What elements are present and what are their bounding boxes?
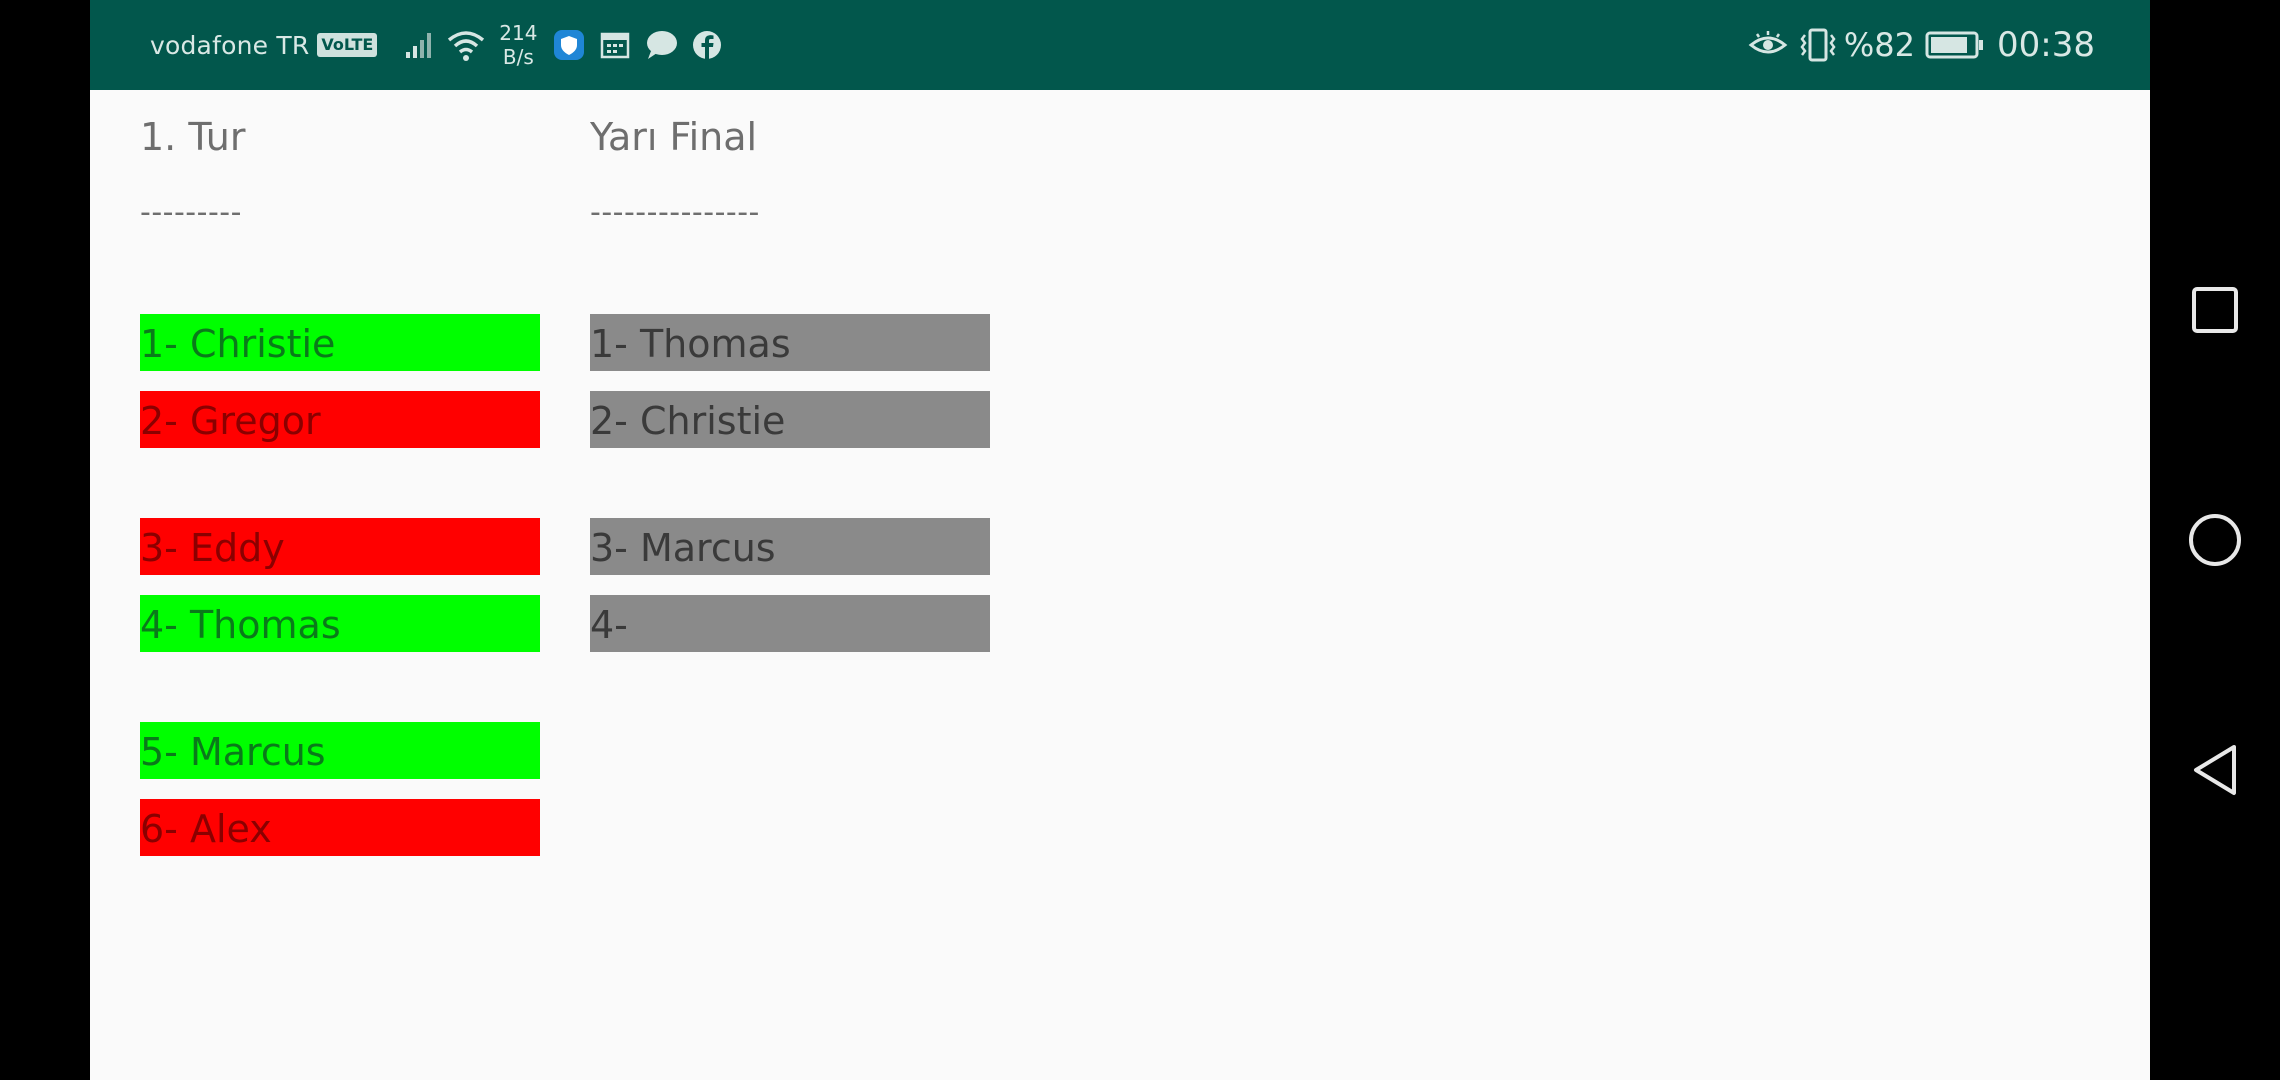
signal-icon: [405, 30, 435, 60]
round1-player-4[interactable]: 4- Thomas: [140, 595, 540, 652]
carrier-name: vodafone TR: [150, 30, 310, 60]
round1-player-2[interactable]: 2- Gregor: [140, 391, 540, 448]
calendar-icon: [599, 29, 631, 61]
semifinal-title: Yarı Final: [590, 115, 758, 159]
app-screen: vodafone TR VoLTE 214 B/s %82 00:38 1. T…: [90, 0, 2150, 1080]
status-bar: vodafone TR VoLTE 214 B/s %82 00:38: [90, 0, 2150, 90]
round1-player-5[interactable]: 5- Marcus: [140, 722, 540, 779]
speed-value: 214: [499, 21, 538, 45]
speed-unit: B/s: [502, 45, 534, 69]
round1-title: 1. Tur: [140, 115, 246, 159]
round1-player-1[interactable]: 1- Christie: [140, 314, 540, 371]
volte-badge: VoLTE: [317, 33, 378, 57]
wifi-icon: [447, 28, 485, 62]
left-bezel: [0, 0, 90, 1080]
shield-app-icon: [553, 29, 585, 61]
semifinal-player-1[interactable]: 1- Thomas: [590, 314, 990, 371]
navigation-bar: [2150, 0, 2280, 1080]
semifinal-player-4[interactable]: 4-: [590, 595, 990, 652]
semifinal-player-2[interactable]: 2- Christie: [590, 391, 990, 448]
clock: 00:38: [1997, 25, 2095, 65]
battery-icon: [1925, 30, 1985, 60]
round1-player-3[interactable]: 3- Eddy: [140, 518, 540, 575]
network-speed: 214 B/s: [499, 21, 537, 69]
eye-icon: [1748, 29, 1788, 61]
round1-player-6[interactable]: 6- Alex: [140, 799, 540, 856]
status-bar-right: %82 00:38: [1748, 0, 2095, 90]
round1-divider: ---------: [140, 195, 242, 230]
recents-square-icon[interactable]: [2175, 270, 2255, 350]
vibrate-icon: [1796, 27, 1840, 63]
chat-bubble-icon: [645, 29, 679, 61]
facebook-icon: [691, 29, 723, 61]
semifinal-player-3[interactable]: 3- Marcus: [590, 518, 990, 575]
back-triangle-icon[interactable]: [2175, 730, 2255, 810]
semifinal-divider: ---------------: [590, 195, 760, 230]
home-circle-icon[interactable]: [2175, 500, 2255, 580]
status-bar-left: vodafone TR VoLTE 214 B/s: [150, 0, 723, 90]
battery-percentage: %82: [1843, 26, 1916, 64]
